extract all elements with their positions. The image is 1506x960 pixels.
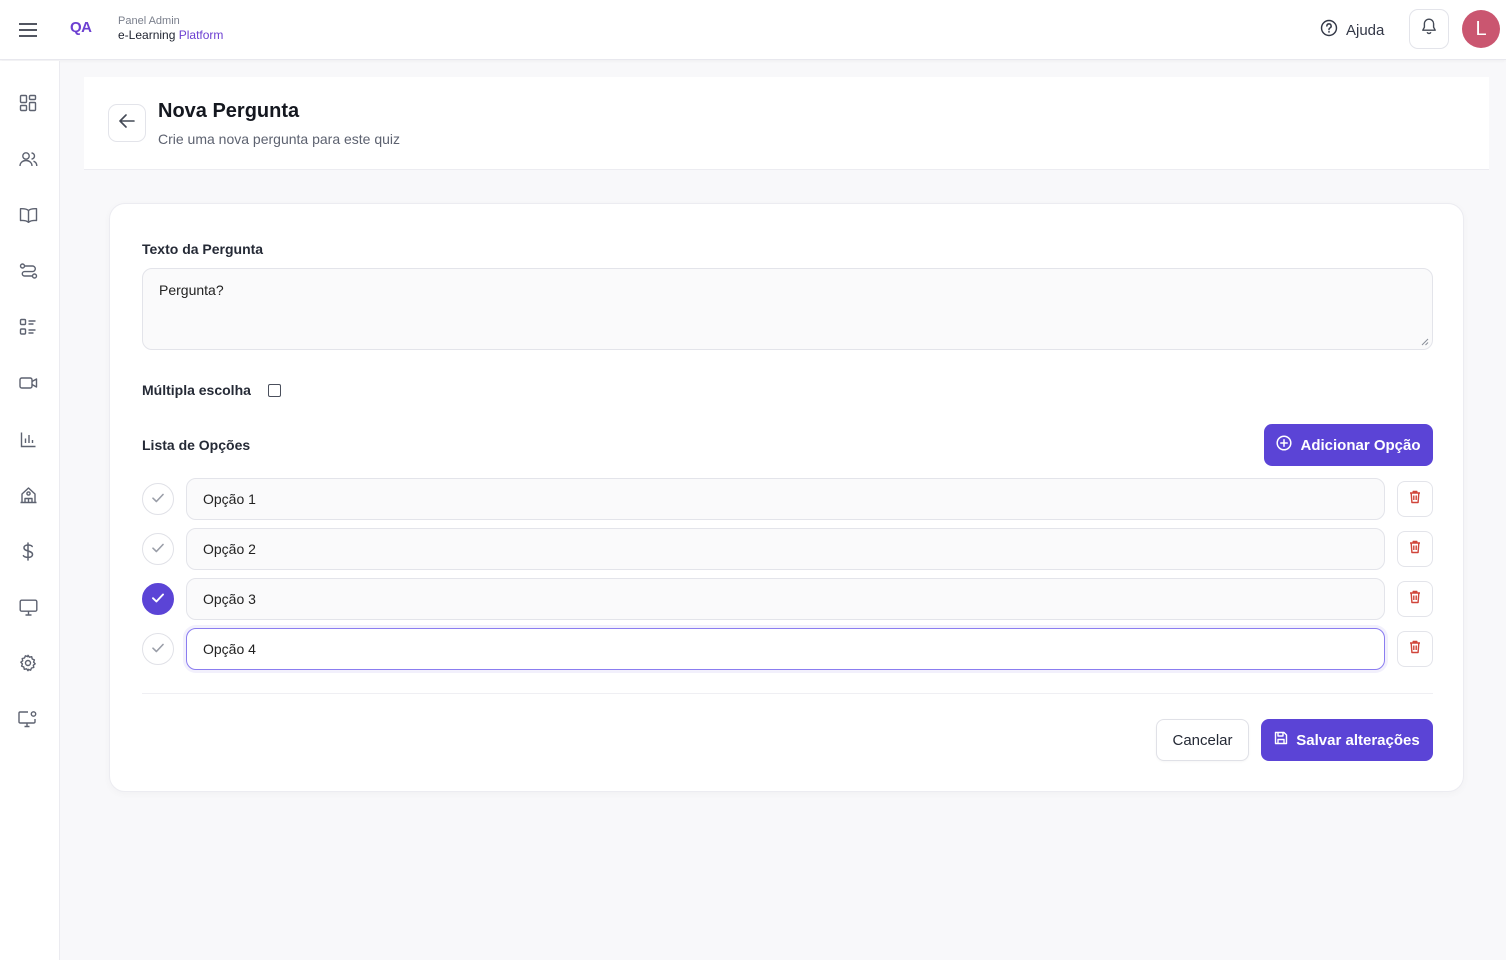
brand-subtitle: Panel Admin [118,15,180,27]
page-header: Nova Pergunta Crie uma nova pergunta par… [84,77,1489,170]
brand-name: e-Learning Platform [118,28,223,42]
save-label: Salvar alterações [1296,731,1420,749]
delete-option-button[interactable] [1397,531,1433,567]
save-icon [1274,731,1288,749]
question-textarea[interactable]: Pergunta? [142,268,1433,350]
users-icon[interactable] [16,147,40,171]
multiple-choice-label: Múltipla escolha [142,382,251,398]
option-input[interactable]: Opção 1 [186,478,1385,520]
dashboard-icon[interactable] [16,91,40,115]
trash-icon [1409,590,1421,609]
multiple-choice-checkbox[interactable] [268,384,281,397]
gear-icon[interactable] [16,651,40,675]
check-icon [152,490,164,508]
help-icon [1320,19,1338,41]
bar-chart-icon[interactable] [16,427,40,451]
help-link[interactable]: Ajuda [1320,18,1384,42]
check-icon [152,640,164,658]
route-icon[interactable] [16,259,40,283]
book-icon[interactable] [16,203,40,227]
option-correct-toggle[interactable] [142,483,174,515]
brand-logo[interactable]: QA [70,19,92,36]
building-icon[interactable] [16,483,40,507]
brand-text: Panel Admin e-Learning Platform [118,14,223,42]
brand-name-prefix: e-Learning [118,28,176,42]
delete-option-button[interactable] [1397,631,1433,667]
option-input[interactable]: Opção 3 [186,578,1385,620]
option-correct-toggle[interactable] [142,583,174,615]
option-value: Opção 1 [203,491,256,507]
video-icon[interactable] [16,371,40,395]
options-label: Lista de Opções [142,437,251,453]
plus-circle-icon [1276,435,1293,455]
trash-icon [1409,540,1421,559]
trash-icon [1409,490,1421,509]
delete-option-button[interactable] [1397,581,1433,617]
option-correct-toggle[interactable] [142,633,174,665]
option-input[interactable]: Opção 2 [186,528,1385,570]
list-icon[interactable] [16,315,40,339]
bell-icon [1421,18,1437,40]
option-correct-toggle[interactable] [142,533,174,565]
trash-icon [1409,640,1421,659]
top-bar: QA Panel Admin e-Learning Platform Ajuda… [0,0,1506,60]
back-button[interactable] [108,104,146,142]
divider [142,693,1433,694]
question-value: Pergunta? [159,282,224,298]
add-option-button[interactable]: Adicionar Opção [1264,424,1433,466]
arrow-left-icon [119,113,135,133]
resize-grip-icon[interactable] [1421,338,1429,346]
option-value: Opção 4 [203,641,256,657]
add-option-label: Adicionar Opção [1300,436,1421,454]
check-icon [152,590,164,608]
avatar[interactable]: L [1462,10,1500,48]
question-form: Texto da Pergunta Pergunta? Múltipla esc… [109,203,1464,792]
option-input[interactable]: Opção 4 [186,628,1385,670]
brand-name-accent: Platform [178,28,224,42]
sidebar [0,61,60,960]
option-value: Opção 3 [203,591,256,607]
page-subtitle: Crie uma nova pergunta para este quiz [158,131,401,147]
delete-option-button[interactable] [1397,481,1433,517]
help-label: Ajuda [1346,21,1385,39]
monitor-settings-icon[interactable] [16,707,40,731]
check-icon [152,540,164,558]
option-value: Opção 2 [203,541,256,557]
menu-icon[interactable] [14,16,42,44]
dollar-icon[interactable] [16,539,40,563]
monitor-icon[interactable] [16,595,40,619]
page-title: Nova Pergunta [158,100,300,122]
question-label: Texto da Pergunta [142,241,264,257]
save-button[interactable]: Salvar alterações [1261,719,1433,761]
cancel-button[interactable]: Cancelar [1156,719,1249,761]
notifications-button[interactable] [1409,9,1449,49]
